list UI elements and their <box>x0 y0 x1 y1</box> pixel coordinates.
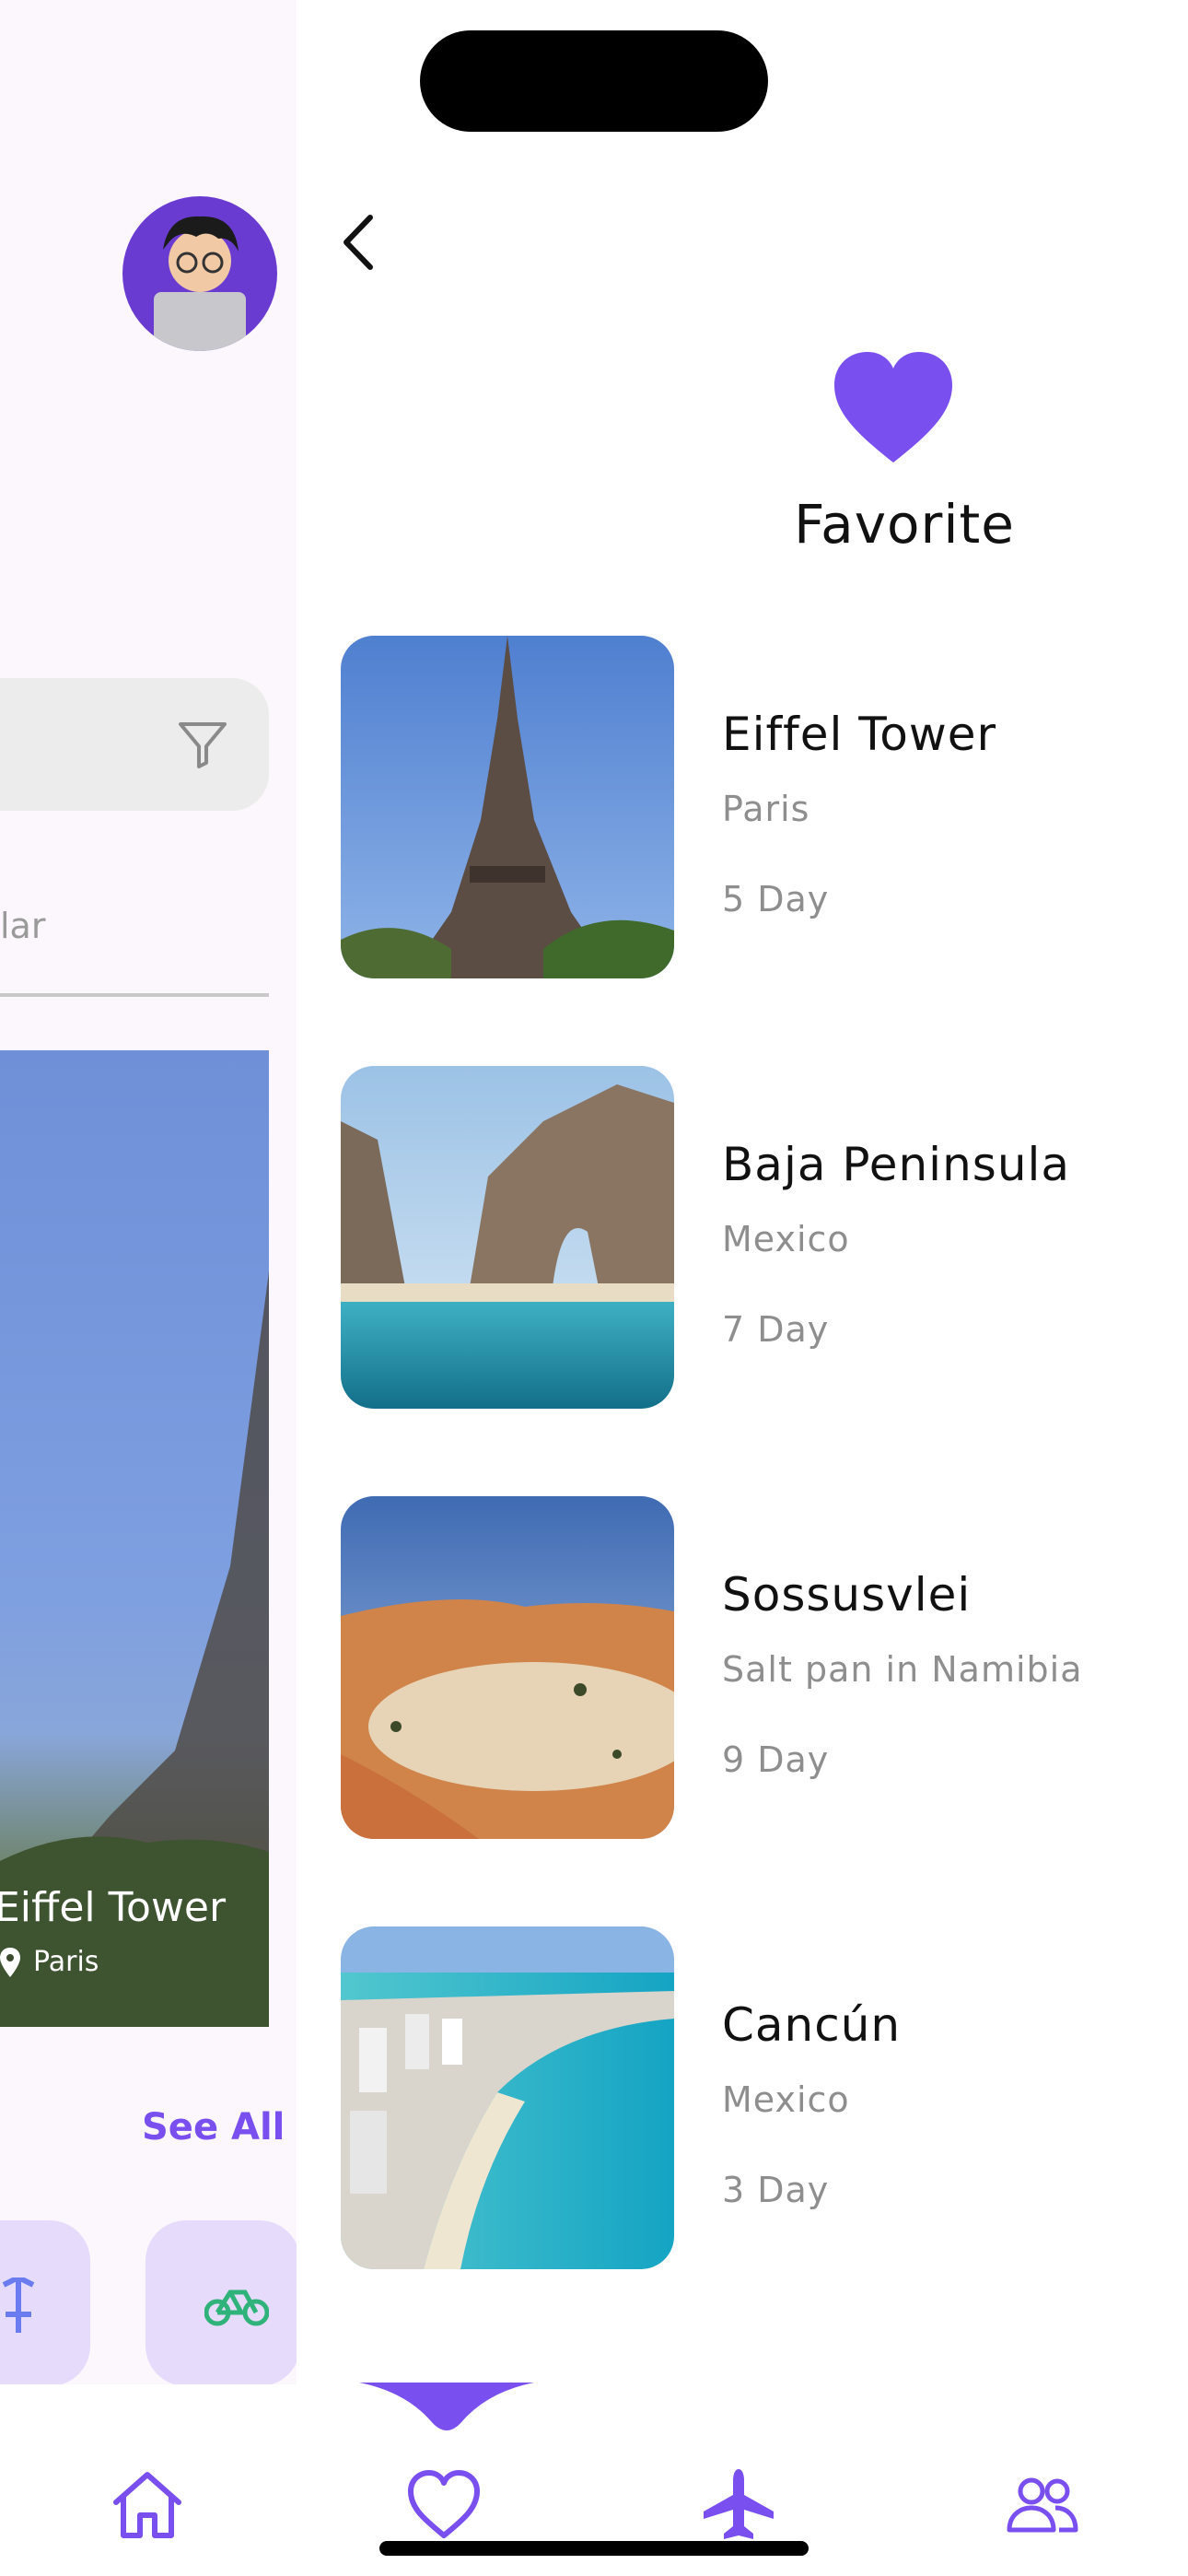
trip-duration: 7 Day <box>722 1309 830 1350</box>
back-chevron-icon[interactable] <box>333 210 389 275</box>
heart-icon[interactable] <box>405 2465 483 2543</box>
trip-duration: 3 Day <box>722 2170 830 2210</box>
bicycle-icon <box>204 2289 269 2326</box>
list-item[interactable]: Eiffel Tower Paris 5 Day <box>341 636 1151 978</box>
active-tab-indicator <box>359 2383 534 2430</box>
thumbnail-image <box>341 1926 674 2269</box>
list-item[interactable]: Baja Peninsula Mexico 7 Day <box>341 1066 1151 1409</box>
list-item[interactable]: Sossusvlei Salt pan in Namibia 9 Day <box>341 1496 1151 1839</box>
place-name: Cancún <box>722 1998 902 2052</box>
tab-underline <box>0 993 269 997</box>
place-name: Baja Peninsula <box>722 1138 1071 1191</box>
featured-image[interactable] <box>0 1050 269 2027</box>
featured-location: Paris <box>0 1946 99 1978</box>
place-location: Salt pan in Namibia <box>722 1649 1083 1690</box>
filter-icon[interactable] <box>175 717 230 772</box>
trip-duration: 9 Day <box>722 1739 830 1780</box>
home-indicator <box>379 2541 809 2556</box>
place-location: Paris <box>722 789 810 829</box>
people-icon[interactable] <box>1004 2465 1081 2543</box>
place-name: Eiffel Tower <box>722 708 997 761</box>
category-card[interactable] <box>0 2220 90 2386</box>
category-card[interactable] <box>146 2220 297 2386</box>
trip-duration: 5 Day <box>722 879 830 919</box>
thumbnail-image <box>341 1066 674 1409</box>
plane-icon[interactable] <box>700 2465 777 2543</box>
dynamic-island <box>420 30 768 132</box>
place-location: Mexico <box>722 2079 850 2120</box>
category-tab-partial[interactable]: lar <box>0 906 45 946</box>
home-icon[interactable] <box>109 2465 186 2543</box>
see-all-link[interactable]: See All <box>142 2106 285 2149</box>
background-screen: lar Eiffel Tower Paris See All <box>0 0 297 2576</box>
thumbnail-image <box>341 1496 674 1839</box>
featured-place-name: Eiffel Tower <box>0 1884 227 1931</box>
avatar[interactable] <box>122 196 277 351</box>
category-icon <box>2 2277 35 2333</box>
thumbnail-image <box>341 636 674 978</box>
place-location: Mexico <box>722 1219 850 1259</box>
place-name: Sossusvlei <box>722 1568 972 1622</box>
favorites-screen: Favorite Eiffel Tower Paris 5 Day Baja P… <box>297 0 1188 2576</box>
location-pin-icon <box>0 1947 20 1977</box>
heart-icon <box>834 352 952 463</box>
list-item[interactable]: Cancún Mexico 3 Day <box>341 1926 1151 2269</box>
page-title: Favorite <box>794 493 1015 556</box>
